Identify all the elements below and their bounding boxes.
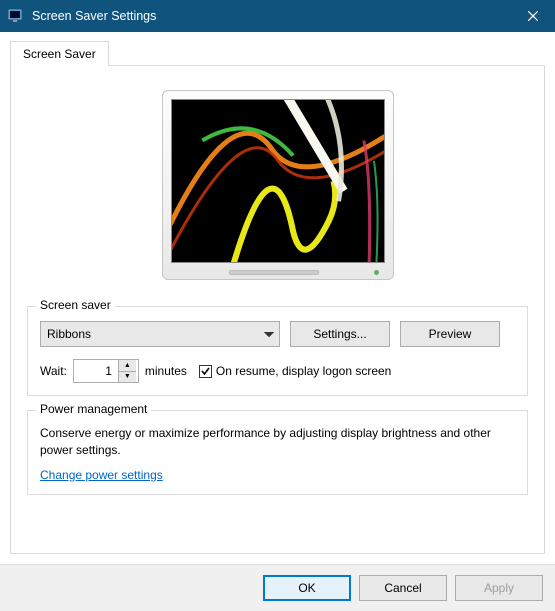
- preview-area: [27, 84, 528, 298]
- resume-checkbox-label: On resume, display logon screen: [216, 364, 391, 378]
- monitor-base: [163, 268, 393, 276]
- wait-unit: minutes: [145, 364, 187, 378]
- screensaver-select[interactable]: Ribbons: [40, 321, 280, 347]
- window-title: Screen Saver Settings: [32, 9, 510, 23]
- spinner-up[interactable]: ▲: [119, 360, 136, 372]
- settings-button[interactable]: Settings...: [290, 321, 390, 347]
- spinner-down[interactable]: ▼: [119, 372, 136, 383]
- wait-input[interactable]: [74, 360, 118, 382]
- tab-screensaver[interactable]: Screen Saver: [10, 41, 109, 66]
- monitor-frame: [162, 90, 394, 280]
- tab-strip: Screen Saver: [10, 40, 545, 65]
- dialog-content: Screen Saver: [0, 32, 555, 564]
- checkbox-box: [199, 365, 212, 378]
- change-power-settings-link[interactable]: Change power settings: [40, 468, 163, 482]
- app-icon: [8, 8, 24, 24]
- screensaver-group-label: Screen saver: [36, 298, 115, 312]
- power-group-label: Power management: [36, 402, 151, 416]
- wait-spinner[interactable]: ▲ ▼: [73, 359, 139, 383]
- titlebar: Screen Saver Settings: [0, 0, 555, 32]
- apply-button[interactable]: Apply: [455, 575, 543, 601]
- monitor-button-bar: [229, 270, 319, 275]
- ok-button[interactable]: OK: [263, 575, 351, 601]
- ribbons-preview-icon: [172, 100, 384, 262]
- wait-label: Wait:: [40, 364, 67, 378]
- close-icon: [528, 11, 538, 21]
- screensaver-group: Screen saver Ribbons Settings... Preview…: [27, 306, 528, 396]
- monitor-screen: [171, 99, 385, 263]
- power-group: Power management Conserve energy or maxi…: [27, 410, 528, 495]
- close-button[interactable]: [510, 0, 555, 32]
- power-text: Conserve energy or maximize performance …: [40, 425, 515, 460]
- cancel-button[interactable]: Cancel: [359, 575, 447, 601]
- monitor-led: [374, 270, 379, 275]
- resume-checkbox[interactable]: On resume, display logon screen: [199, 364, 391, 378]
- preview-button[interactable]: Preview: [400, 321, 500, 347]
- tab-body: Screen saver Ribbons Settings... Preview…: [10, 65, 545, 554]
- check-icon: [200, 366, 211, 377]
- dialog-footer: OK Cancel Apply: [0, 564, 555, 611]
